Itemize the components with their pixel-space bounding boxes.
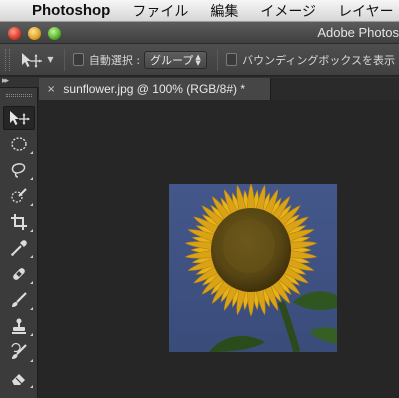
tool-flyout-indicator <box>30 177 33 180</box>
quick-selection-tool[interactable] <box>3 184 35 208</box>
menu-image[interactable]: イメージ <box>260 1 316 21</box>
lasso-icon <box>11 163 26 178</box>
menu-edit[interactable]: 編集 <box>210 1 238 21</box>
brush-tool[interactable] <box>3 288 35 312</box>
tools-panel-grip[interactable] <box>6 94 32 97</box>
auto-select-target-dropdown[interactable]: グループ ▲ ▼ <box>144 50 207 69</box>
bandage-icon <box>13 268 25 280</box>
menu-app-name[interactable]: Photoshop <box>32 2 110 19</box>
sunflower-image <box>169 184 337 352</box>
stamp-icon <box>12 318 26 334</box>
chevron-down-icon: ▼ <box>47 55 54 64</box>
window-close-button[interactable] <box>8 27 21 40</box>
eyedropper-tool[interactable] <box>3 236 35 260</box>
eraser-icon <box>12 374 25 385</box>
history-brush-icon <box>11 343 27 359</box>
collapse-panel-icon[interactable]: ▸▸ <box>2 76 9 86</box>
window-zoom-button[interactable] <box>48 27 61 40</box>
eraser-tool[interactable] <box>3 366 35 390</box>
tools-panel <box>0 88 38 398</box>
move-tool-icon <box>22 52 43 68</box>
tool-flyout-indicator <box>30 333 33 336</box>
show-bounding-box-label: バウンディングボックスを表示 <box>242 53 395 67</box>
tool-flyout-indicator <box>30 281 33 284</box>
menu-bar: Photoshop ファイル 編集 イメージ レイヤー <box>0 0 399 22</box>
menu-file[interactable]: ファイル <box>132 1 188 21</box>
tool-flyout-indicator <box>30 385 33 388</box>
window-title: Adobe Photos <box>317 25 399 40</box>
quick-selection-icon <box>11 188 27 203</box>
window-minimize-button[interactable] <box>28 27 41 40</box>
eyedropper-icon <box>11 240 27 256</box>
window-title-bar: Adobe Photos <box>0 22 399 44</box>
options-bar-grip[interactable] <box>5 48 11 71</box>
document-tab-title: sunflower.jpg @ 100% (RGB/8#) * <box>63 82 245 96</box>
document-tab[interactable]: × sunflower.jpg @ 100% (RGB/8#) * <box>39 78 271 100</box>
history-brush-tool[interactable] <box>3 340 35 364</box>
brush-icon <box>12 292 27 307</box>
tool-flyout-indicator <box>30 229 33 232</box>
tool-preset-picker[interactable]: ▼ <box>20 51 54 69</box>
divider <box>216 48 218 71</box>
close-tab-icon[interactable]: × <box>47 84 55 95</box>
lasso-tool[interactable] <box>3 158 35 182</box>
crop-icon <box>11 214 27 230</box>
move-tool[interactable] <box>3 106 35 130</box>
elliptical-marquee-tool[interactable] <box>3 132 35 156</box>
auto-select-target-value: グループ <box>150 53 194 67</box>
document-canvas[interactable] <box>39 100 399 398</box>
spot-healing-brush-tool[interactable] <box>3 262 35 286</box>
tool-flyout-indicator <box>30 359 33 362</box>
tool-flyout-indicator <box>30 307 33 310</box>
tool-flyout-indicator <box>30 203 33 206</box>
move-tool-icon <box>10 111 30 125</box>
tool-flyout-indicator <box>30 151 33 154</box>
divider <box>63 48 65 71</box>
clone-stamp-tool[interactable] <box>3 314 35 338</box>
tool-flyout-indicator <box>30 255 33 258</box>
options-bar: ▼ 自動選択 : グループ ▲ ▼ バウンディングボックスを表示 <box>0 44 399 76</box>
document-tab-bar: × sunflower.jpg @ 100% (RGB/8#) * <box>39 78 399 100</box>
crop-tool[interactable] <box>3 210 35 234</box>
select-arrows-icon: ▲ ▼ <box>195 52 201 67</box>
auto-select-label: 自動選択 : <box>88 53 141 67</box>
auto-select-checkbox[interactable] <box>72 53 84 66</box>
ellipse-marquee-icon <box>11 137 27 151</box>
menu-layer[interactable]: レイヤー <box>338 1 394 21</box>
show-bounding-box-checkbox[interactable] <box>225 53 238 66</box>
